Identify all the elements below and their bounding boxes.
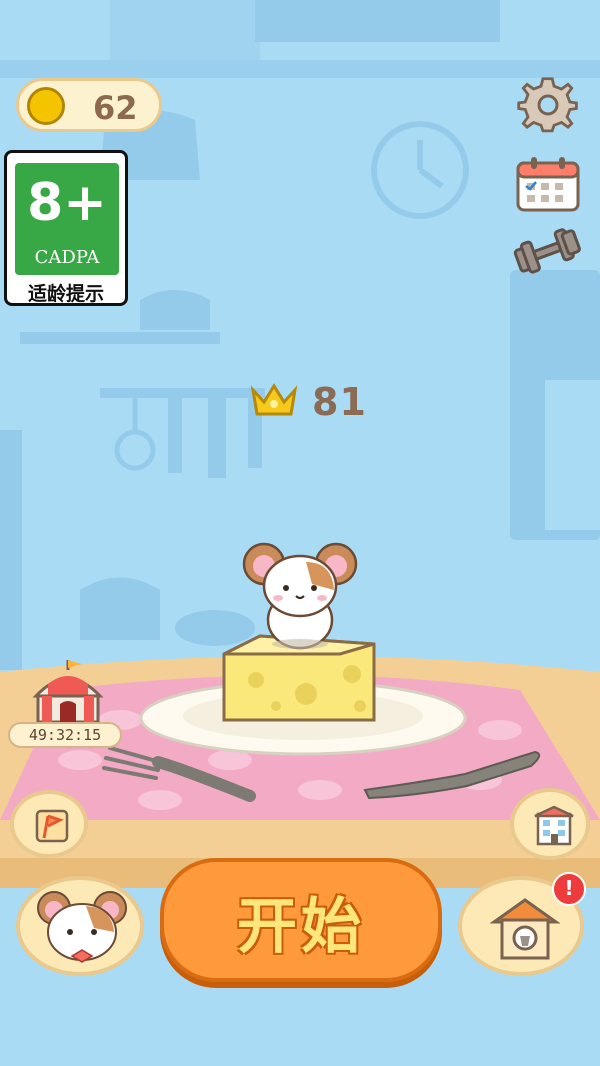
age-rating-panel: 8+ CADPA xyxy=(15,163,119,275)
age-rating-number: 8+ xyxy=(27,173,107,233)
hamster-profile-button[interactable] xyxy=(16,876,144,976)
gear-icon[interactable] xyxy=(515,76,581,136)
dumbbell-icon[interactable] xyxy=(512,226,582,274)
hamster-house-icon xyxy=(490,898,560,960)
building-button[interactable] xyxy=(510,788,590,860)
building-icon xyxy=(534,805,574,846)
knife xyxy=(363,750,541,800)
coin-count: 62 xyxy=(93,89,138,127)
event-timer: 49:32:15 xyxy=(8,722,122,748)
start-button-label: 开始 xyxy=(237,892,365,962)
age-rating-tip: 适龄提示 xyxy=(27,283,104,305)
flag-button[interactable] xyxy=(10,790,88,858)
fork xyxy=(102,746,256,802)
flag-icon xyxy=(35,809,69,843)
calendar-icon[interactable] xyxy=(515,155,581,213)
hamster-icon xyxy=(37,891,127,963)
crown-icon xyxy=(250,383,298,416)
coin-icon xyxy=(27,87,65,125)
coin-counter: 62 xyxy=(16,78,162,132)
hamster-character[interactable] xyxy=(240,540,360,652)
exclamation-badge-icon: ! xyxy=(552,872,586,906)
best-score: 81 xyxy=(312,380,367,424)
hamster-house-button[interactable]: ! xyxy=(458,872,586,976)
age-rating-org: CADPA xyxy=(34,247,100,268)
age-rating-badge[interactable]: 8+ CADPA 适龄提示 xyxy=(4,150,128,306)
circus-tent-icon[interactable] xyxy=(28,656,104,726)
start-button[interactable]: 开始 xyxy=(160,858,442,982)
